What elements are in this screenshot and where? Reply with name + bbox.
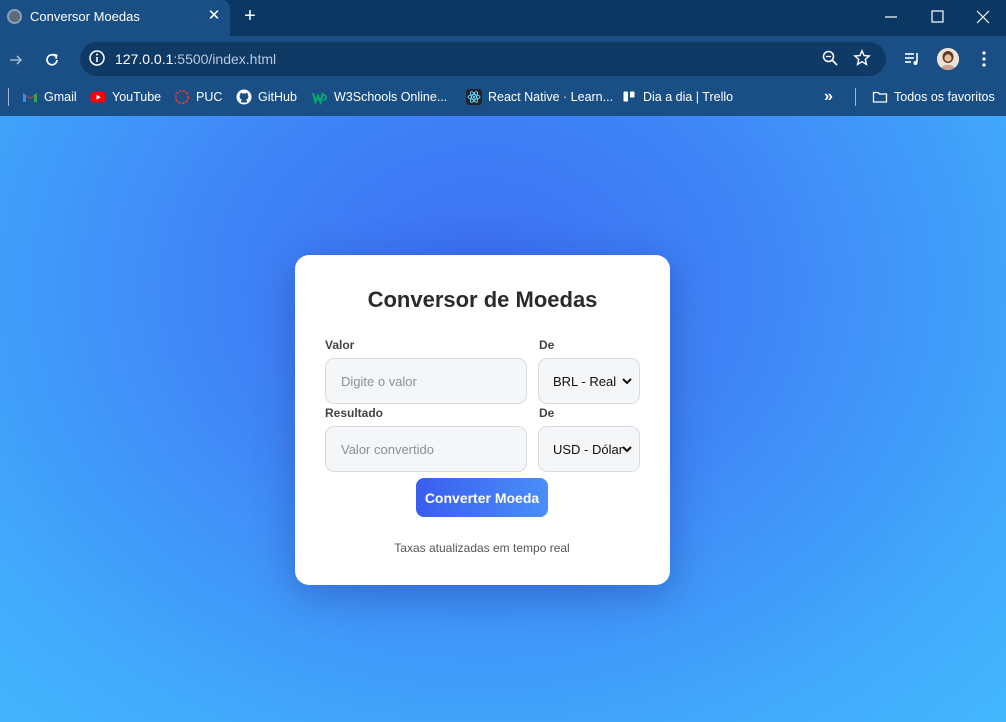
- bookmarks-divider: [8, 88, 9, 106]
- browser-titlebar: Conversor Moedas ✕ +: [0, 0, 1006, 36]
- bookmark-label: Gmail: [44, 90, 77, 104]
- close-window-icon[interactable]: [972, 6, 994, 28]
- tab-conversor-moedas[interactable]: Conversor Moedas ✕: [0, 0, 230, 36]
- gmail-icon: [22, 89, 38, 105]
- bookmark-label: PUC: [196, 90, 223, 104]
- bookmark-w3schools[interactable]: W3Schools Online...: [311, 88, 448, 106]
- from-currency-value: BRL - Real: [553, 373, 617, 389]
- bookmark-label: Dia a dia | Trello: [643, 90, 734, 104]
- new-tab-button[interactable]: +: [240, 6, 260, 26]
- bookmark-star-icon[interactable]: [853, 49, 871, 67]
- bookmarks-divider: [855, 88, 856, 106]
- result-label: Resultado: [325, 406, 384, 420]
- url-text[interactable]: 127.0.0.1:5500/index.html: [115, 51, 276, 67]
- chevron-down-icon: [621, 375, 633, 387]
- bookmark-youtube[interactable]: YouTube: [90, 88, 161, 106]
- maximize-icon[interactable]: [926, 6, 948, 28]
- page-title: Conversor de Moedas: [367, 287, 598, 312]
- folder-icon: [872, 89, 888, 105]
- all-bookmarks-folder[interactable]: Todos os favoritos: [872, 88, 995, 106]
- puc-icon: [174, 89, 190, 105]
- globe-icon: [7, 9, 22, 24]
- bookmark-label: Todos os favoritos: [894, 90, 995, 104]
- value-label: Valor: [325, 338, 355, 352]
- github-icon: [236, 89, 252, 105]
- more-menu-icon[interactable]: [974, 49, 994, 69]
- result-input[interactable]: [325, 426, 527, 472]
- close-tab-icon[interactable]: ✕: [206, 7, 222, 25]
- to-currency-select[interactable]: USD - Dólar: [538, 426, 640, 472]
- youtube-icon: [90, 89, 106, 105]
- tab-title: Conversor Moedas: [30, 9, 140, 24]
- to-currency-label: De: [539, 406, 555, 420]
- chevron-down-icon: [621, 443, 633, 455]
- bookmarks-overflow-button[interactable]: »: [824, 88, 833, 106]
- forward-arrow-icon[interactable]: [6, 50, 26, 70]
- bookmark-react-native[interactable]: React Native · Learn...: [466, 88, 613, 106]
- bookmark-gmail[interactable]: Gmail: [22, 88, 77, 106]
- to-currency-value: USD - Dólar: [553, 441, 624, 457]
- from-currency-select[interactable]: BRL - Real: [538, 358, 640, 404]
- convert-button[interactable]: Converter Moeda: [416, 478, 548, 517]
- site-info-icon[interactable]: [88, 49, 106, 67]
- url-path: :5500/index.html: [173, 51, 277, 67]
- rates-note: Taxas atualizadas em tempo real: [394, 541, 570, 555]
- bookmark-label: React Native · Learn...: [488, 90, 614, 104]
- reload-icon[interactable]: [42, 50, 62, 70]
- bookmark-github[interactable]: GitHub: [236, 88, 297, 106]
- media-control-icon[interactable]: [902, 49, 922, 69]
- profile-avatar[interactable]: [937, 48, 959, 70]
- bookmark-label: W3Schools Online...: [334, 90, 448, 104]
- value-input[interactable]: [325, 358, 527, 404]
- bookmark-trello[interactable]: Dia a dia | Trello: [621, 88, 733, 106]
- bookmark-puc[interactable]: PUC: [174, 88, 222, 106]
- zoom-icon[interactable]: [821, 49, 839, 67]
- from-currency-label: De: [539, 338, 555, 352]
- bookmark-label: YouTube: [112, 90, 162, 104]
- url-host: 127.0.0.1: [115, 51, 174, 67]
- react-icon: [466, 89, 482, 105]
- w3schools-icon: [311, 89, 328, 106]
- bookmark-label: GitHub: [258, 90, 297, 104]
- trello-icon: [621, 89, 637, 105]
- minimize-icon[interactable]: [880, 6, 902, 28]
